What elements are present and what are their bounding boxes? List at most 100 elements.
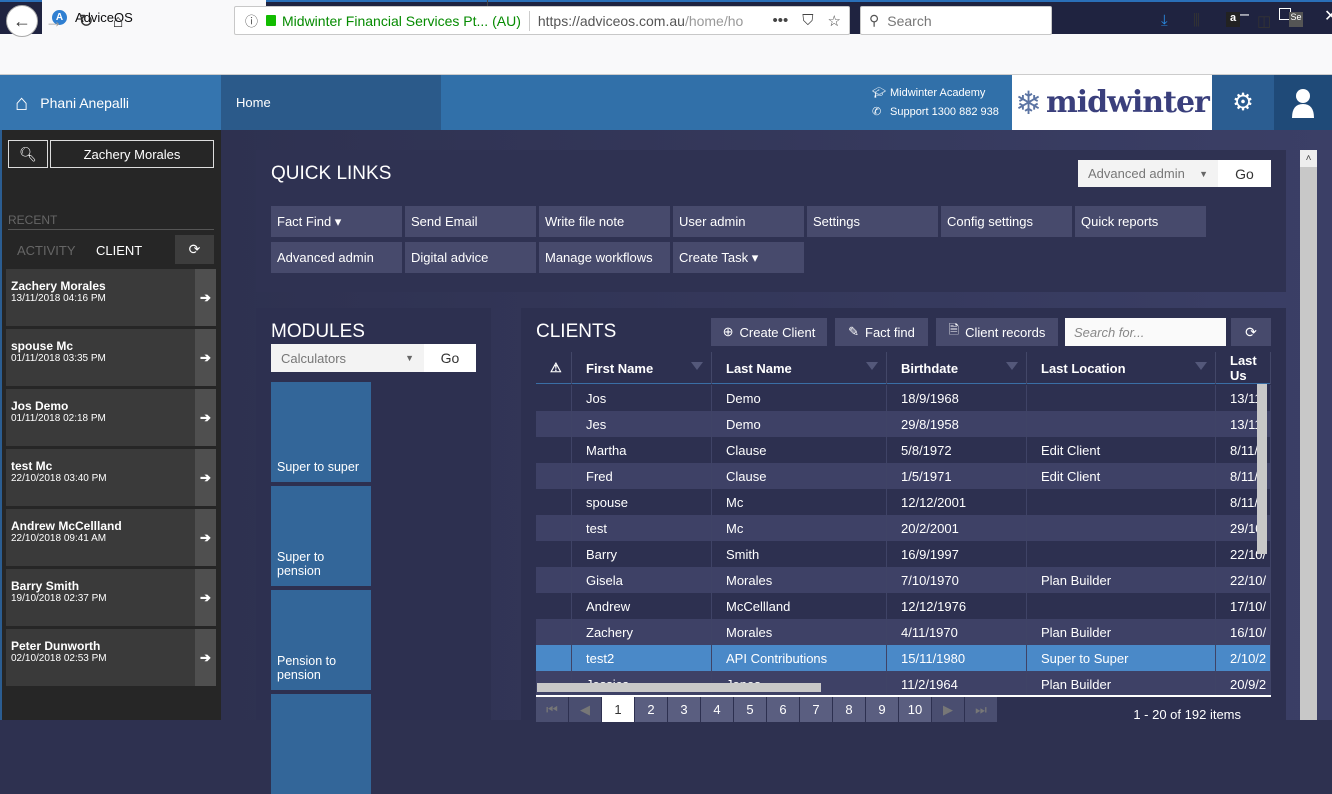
table-row[interactable]: Martha Clause 5/8/1972 Edit Client 8/11/2 xyxy=(536,437,1271,463)
selenium-icon[interactable]: Se xyxy=(1289,12,1303,27)
grid-vertical-scrollbar[interactable] xyxy=(1257,384,1267,554)
table-row[interactable]: Andrew McCellland 12/12/1976 17/10/ xyxy=(536,593,1271,619)
page-button[interactable]: 9 xyxy=(866,697,898,722)
back-icon[interactable]: ← xyxy=(6,5,38,37)
recent-client-card[interactable]: Barry Smith 19/10/2018 02:37 PM ➔ xyxy=(6,569,216,626)
recent-client-card[interactable]: test Mc 22/10/2018 03:40 PM ➔ xyxy=(6,449,216,506)
arrow-right-icon[interactable]: ➔ xyxy=(195,629,216,686)
filter-icon[interactable] xyxy=(1195,362,1207,370)
recent-client-card[interactable]: spouse Mc 01/11/2018 03:35 PM ➔ xyxy=(6,329,216,386)
recent-client-card[interactable]: Zachery Morales 13/11/2018 04:16 PM ➔ xyxy=(6,269,216,326)
browser-search-input[interactable]: ⚲ Search xyxy=(860,6,1052,35)
table-row[interactable]: Gisela Morales 7/10/1970 Plan Builder 22/10/ xyxy=(536,567,1271,593)
quick-links-go-button[interactable]: Go xyxy=(1218,160,1271,187)
page-button[interactable]: 5 xyxy=(734,697,766,722)
table-row[interactable]: Jos Demo 18/9/1968 13/11/ xyxy=(536,385,1271,411)
quick-link-button[interactable]: User admin xyxy=(673,206,804,237)
module-tile[interactable]: Pension to pension xyxy=(271,590,371,690)
column-header-first-name[interactable]: First Name xyxy=(572,352,712,384)
pocket-icon[interactable]: ⛉ xyxy=(802,12,813,30)
table-row[interactable]: spouse Mc 12/12/2001 8/11/2 xyxy=(536,489,1271,515)
page-button[interactable]: 7 xyxy=(800,697,832,722)
filter-icon[interactable] xyxy=(866,362,878,370)
quick-link-button[interactable]: Write file note xyxy=(539,206,670,237)
arrow-right-icon[interactable]: ➔ xyxy=(195,269,216,326)
arrow-right-icon[interactable]: ➔ xyxy=(195,509,216,566)
page-button[interactable]: 4 xyxy=(701,697,733,722)
quick-link-button[interactable]: Advanced admin xyxy=(271,242,402,273)
tab-client[interactable]: CLIENT xyxy=(96,243,142,258)
quick-links-select[interactable]: Advanced admin ▼ xyxy=(1078,160,1218,187)
quick-link-button[interactable]: Settings xyxy=(807,206,938,237)
table-row[interactable]: Jes Demo 29/8/1958 13/11/ xyxy=(536,411,1271,437)
page-button[interactable]: 1 xyxy=(602,697,634,722)
page-button[interactable]: 10 xyxy=(899,697,931,722)
filter-icon[interactable] xyxy=(1006,362,1018,370)
quick-link-button[interactable]: Send Email xyxy=(405,206,536,237)
recent-client-card[interactable]: Andrew McCellland 22/10/2018 09:41 AM ➔ xyxy=(6,509,216,566)
reader-view-icon[interactable]: ◫ xyxy=(1257,12,1271,30)
table-row[interactable]: Fred Clause 1/5/1971 Edit Client 8/11/2 xyxy=(536,463,1271,489)
bookmark-star-icon[interactable]: ☆ xyxy=(828,12,841,30)
user-home-link[interactable]: ⌂ Phani Anepalli xyxy=(0,75,221,130)
client-search-input[interactable]: Search for... xyxy=(1065,318,1226,346)
client-search-button[interactable]: 🔍︎ xyxy=(8,140,48,168)
table-row[interactable]: test2 API Contributions 15/11/1980 Super to… xyxy=(536,645,1271,671)
refresh-recent-button[interactable]: ⟳ xyxy=(175,235,214,264)
close-window-icon[interactable]: ✕ xyxy=(1324,6,1332,26)
filter-icon[interactable] xyxy=(691,362,703,370)
modules-select[interactable]: Calculators ▼ xyxy=(271,344,424,372)
info-icon[interactable]: ⓘ xyxy=(245,11,258,30)
forward-icon[interactable]: → xyxy=(41,8,67,34)
module-tile[interactable]: Super to pension xyxy=(271,486,371,586)
academy-link[interactable]: 🎓︎ Midwinter Academy xyxy=(872,84,999,103)
first-page-icon[interactable]: ⏮ xyxy=(536,697,568,722)
page-button[interactable]: 2 xyxy=(635,697,667,722)
refresh-clients-button[interactable]: ⟳ xyxy=(1231,318,1271,346)
home-icon[interactable]: ⌂ xyxy=(105,8,131,34)
client-records-button[interactable]: 🗎︎ Client records xyxy=(936,318,1058,346)
recent-client-card[interactable]: Jos Demo 01/11/2018 02:18 PM ➔ xyxy=(6,389,216,446)
breadcrumb-home[interactable]: Home xyxy=(221,75,441,130)
user-profile-icon[interactable] xyxy=(1274,75,1332,130)
next-page-icon[interactable]: ▶ xyxy=(932,697,964,722)
quick-link-button[interactable]: Create Task ▾ xyxy=(673,242,804,273)
page-button[interactable]: 8 xyxy=(833,697,865,722)
scroll-up-icon[interactable]: ˄ xyxy=(1300,150,1317,167)
settings-gear-icon[interactable]: ⚙ xyxy=(1212,75,1274,130)
table-row[interactable]: test Mc 20/2/2001 29/10/ xyxy=(536,515,1271,541)
quick-link-button[interactable]: Digital advice xyxy=(405,242,536,273)
grid-horizontal-scrollbar[interactable] xyxy=(537,683,821,692)
create-client-button[interactable]: ⊕ Create Client xyxy=(711,318,827,346)
arrow-right-icon[interactable]: ➔ xyxy=(195,569,216,626)
arrow-right-icon[interactable]: ➔ xyxy=(195,329,216,386)
column-header-birthdate[interactable]: Birthdate xyxy=(887,352,1027,384)
fact-find-button[interactable]: ✎ Fact find xyxy=(835,318,928,346)
page-scrollbar[interactable]: ˄ xyxy=(1300,150,1317,720)
quick-link-button[interactable]: Manage workflows xyxy=(539,242,670,273)
quick-link-button[interactable]: Quick reports xyxy=(1075,206,1206,237)
column-header-alert[interactable]: ⚠ xyxy=(536,352,572,384)
library-icon[interactable]: ⫼ xyxy=(1193,12,1200,29)
arrow-right-icon[interactable]: ➔ xyxy=(195,449,216,506)
current-client-button[interactable]: Zachery Morales xyxy=(50,140,214,168)
url-bar[interactable]: ⓘ Midwinter Financial Services Pt... (AU… xyxy=(234,6,850,35)
prev-page-icon[interactable]: ◀ xyxy=(569,697,601,722)
last-page-icon[interactable]: ⏭ xyxy=(965,697,997,722)
recent-client-card[interactable]: Peter Dunworth 02/10/2018 02:53 PM ➔ xyxy=(6,629,216,686)
module-tile[interactable]: Super to super xyxy=(271,382,371,482)
quick-link-button[interactable]: Fact Find ▾ xyxy=(271,206,402,237)
column-header-last-name[interactable]: Last Name xyxy=(712,352,887,384)
table-row[interactable]: Barry Smith 16/9/1997 22/10/ xyxy=(536,541,1271,567)
quick-link-button[interactable]: Config settings xyxy=(941,206,1072,237)
modules-go-button[interactable]: Go xyxy=(424,344,476,372)
column-header-last-used[interactable]: Last Us xyxy=(1216,352,1271,384)
tab-activity[interactable]: ACTIVITY xyxy=(17,243,76,258)
reload-icon[interactable]: ↻ xyxy=(73,8,99,34)
arrow-right-icon[interactable]: ➔ xyxy=(195,389,216,446)
download-icon[interactable]: ⤓ xyxy=(1161,12,1168,29)
amazon-icon[interactable]: a xyxy=(1226,12,1240,27)
page-button[interactable]: 6 xyxy=(767,697,799,722)
table-row[interactable]: Zachery Morales 4/11/1970 Plan Builder 16/10… xyxy=(536,619,1271,645)
module-tile[interactable] xyxy=(271,694,371,794)
